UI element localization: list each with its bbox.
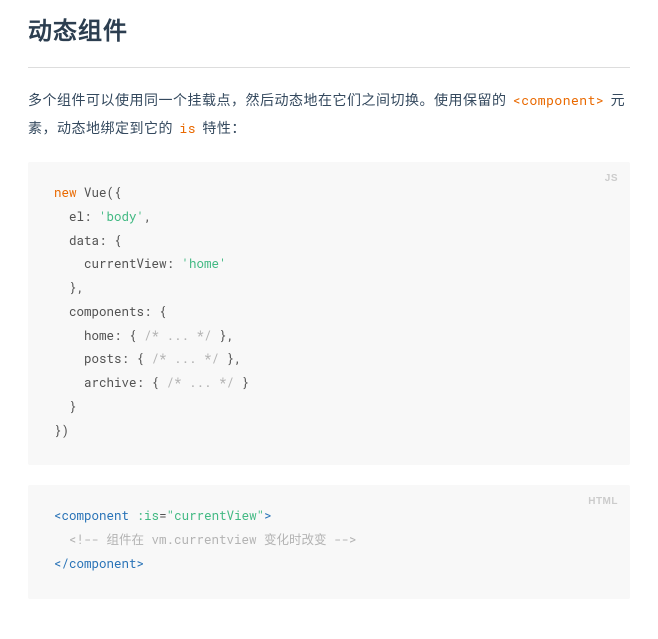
code-lang-label: HTML xyxy=(588,493,618,511)
code-lang-label: JS xyxy=(605,170,618,188)
intro-text-1: 多个组件可以使用同一个挂载点，然后动态地在它们之间切换。使用保留的 xyxy=(28,92,511,108)
code-block-js: JS new Vue({ el: 'body', data: { current… xyxy=(28,162,630,465)
section-heading: 动态组件 xyxy=(28,10,630,53)
code-block-html: HTML <component :is="currentView"> <!-- … xyxy=(28,485,630,598)
code-content-html: <component :is="currentView"> <!-- 组件在 v… xyxy=(54,505,604,576)
divider xyxy=(28,67,630,68)
code-content-js: new Vue({ el: 'body', data: { currentVie… xyxy=(54,182,604,443)
inline-code-is: is xyxy=(177,119,198,137)
intro-text-3: 特性： xyxy=(198,120,246,136)
intro-paragraph: 多个组件可以使用同一个挂载点，然后动态地在它们之间切换。使用保留的 <compo… xyxy=(28,86,630,142)
inline-code-component: <component> xyxy=(511,91,606,109)
